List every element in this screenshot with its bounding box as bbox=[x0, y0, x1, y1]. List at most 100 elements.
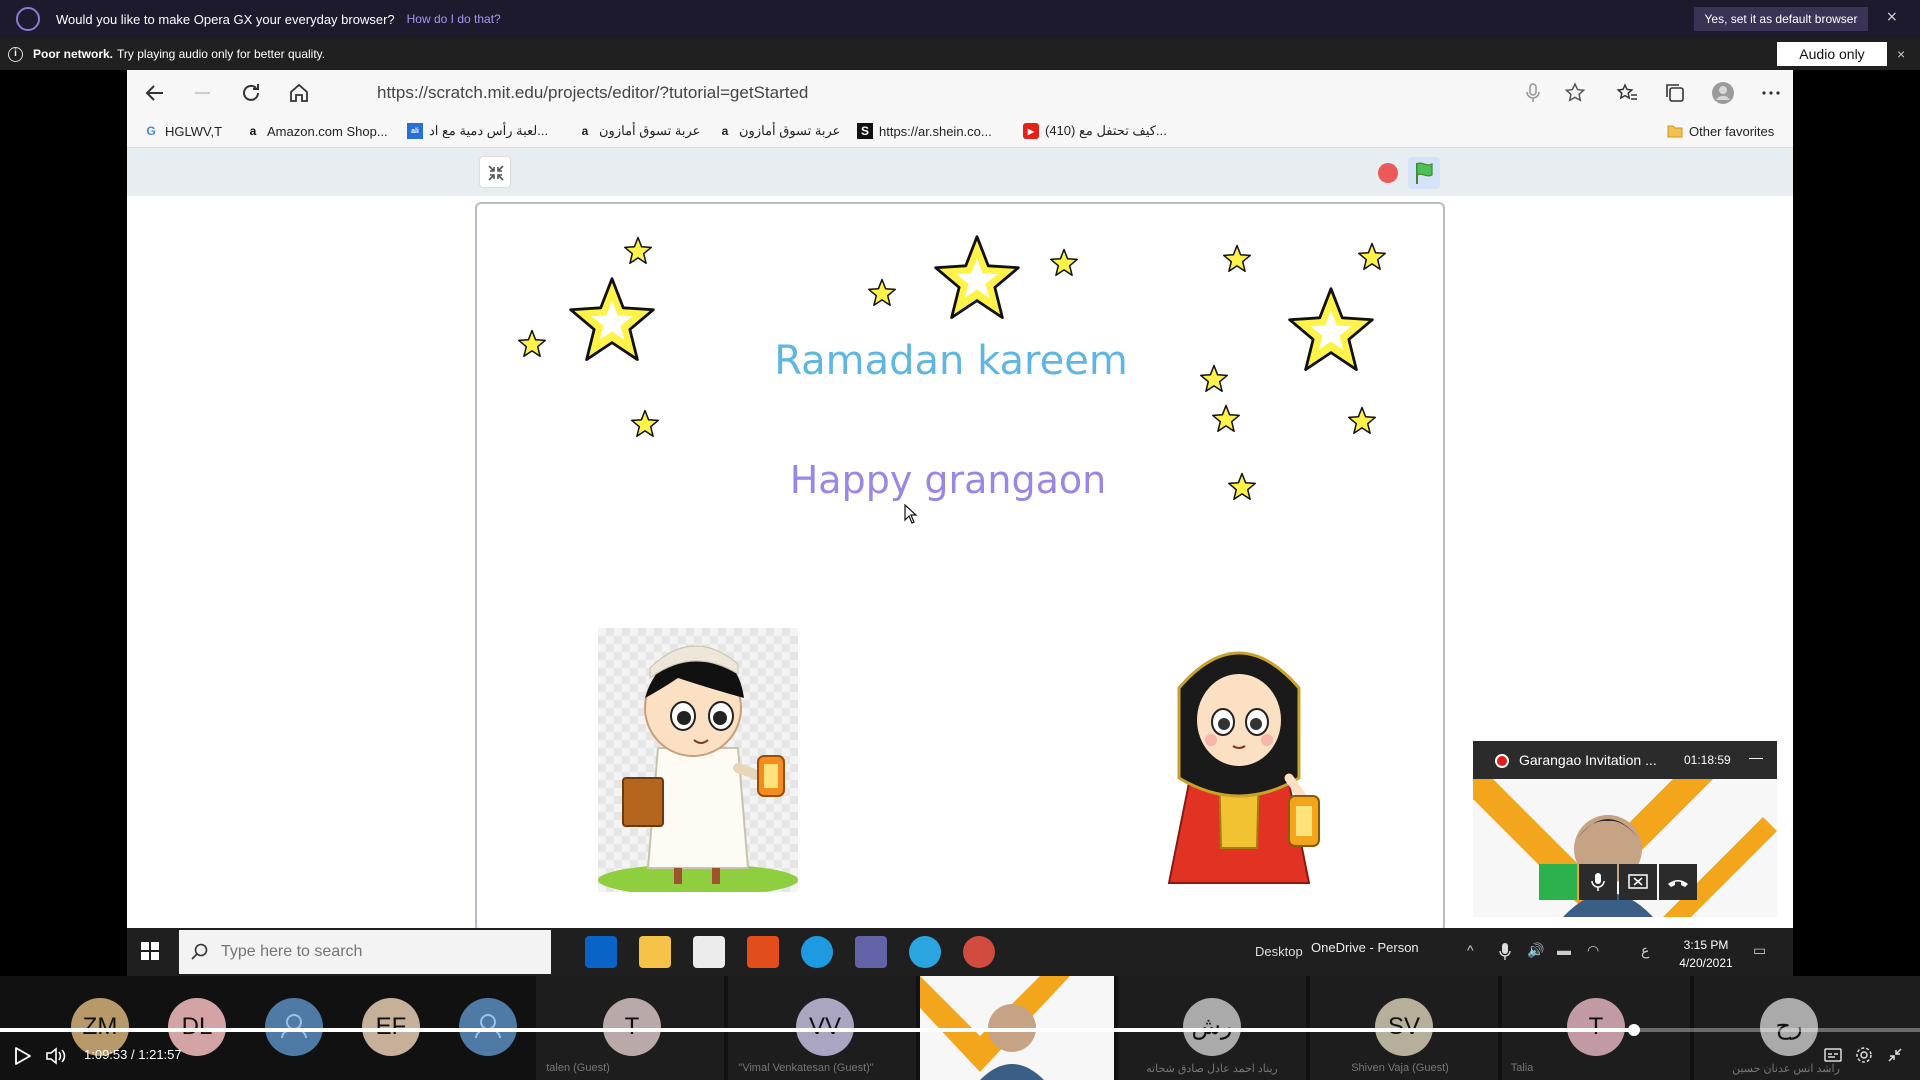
girl-with-lantern-sprite[interactable] bbox=[1139, 628, 1349, 898]
opera-prompt-message: Would you like to make Opera GX your eve… bbox=[56, 11, 395, 27]
participant-avatar[interactable]: VV bbox=[796, 998, 854, 1056]
meeting-mini-window[interactable]: Garangao Invitation ... 01:18:59 — bbox=[1473, 741, 1777, 917]
participant-avatar[interactable]: EF bbox=[362, 998, 420, 1056]
small-star-icon bbox=[1212, 404, 1240, 433]
time-separator: / bbox=[131, 1047, 135, 1062]
favorite-item[interactable]: a Amazon.com Shop... bbox=[245, 123, 388, 139]
info-icon: i bbox=[8, 46, 23, 62]
settings-gear-icon[interactable] bbox=[1855, 1046, 1873, 1064]
set-default-browser-button[interactable]: Yes, set it as default browser bbox=[1694, 7, 1868, 31]
small-star-icon bbox=[624, 236, 652, 265]
taskbar-search-input[interactable] bbox=[179, 930, 551, 974]
favorite-item[interactable]: a عربة تسوق أمازون bbox=[577, 123, 701, 139]
camera-toggle-button[interactable] bbox=[1539, 864, 1577, 900]
small-star-icon bbox=[1348, 406, 1376, 435]
microphone-icon[interactable] bbox=[1521, 81, 1545, 105]
desktop-toolbar-label[interactable]: Desktop bbox=[1255, 944, 1303, 959]
hang-up-button[interactable] bbox=[1659, 864, 1697, 900]
minimize-icon[interactable]: — bbox=[1749, 749, 1763, 765]
home-icon[interactable] bbox=[287, 81, 311, 105]
chevron-up-icon[interactable]: ^ bbox=[1467, 942, 1474, 958]
playback-progress-fill bbox=[0, 1028, 1634, 1032]
back-arrow-icon[interactable] bbox=[143, 81, 167, 105]
windows-start-icon[interactable] bbox=[141, 942, 159, 960]
mic-toggle-button[interactable] bbox=[1579, 864, 1617, 900]
teams-app-icon[interactable] bbox=[855, 936, 887, 968]
collections-icon[interactable] bbox=[1663, 81, 1687, 105]
file-explorer-icon[interactable] bbox=[639, 936, 671, 968]
meeting-timer: 01:18:59 bbox=[1684, 753, 1731, 767]
playback-scrubber-handle[interactable] bbox=[1627, 1024, 1640, 1036]
participant-name: ريناد احمد عادل صادق شحاته bbox=[1146, 1063, 1278, 1075]
volume-tray-icon[interactable]: 🔊 bbox=[1527, 942, 1544, 959]
microsoft-store-icon[interactable] bbox=[693, 936, 725, 968]
person-placeholder-icon bbox=[475, 1014, 501, 1039]
play-icon[interactable] bbox=[14, 1046, 32, 1066]
other-favorites[interactable]: Other favorites bbox=[1667, 123, 1774, 139]
current-time: 1:09:53 bbox=[84, 1047, 128, 1062]
scratch-stage-toolbar bbox=[127, 148, 1793, 196]
office-app-icon[interactable] bbox=[747, 936, 779, 968]
participant-name: راشد انس عدنان حسين bbox=[1732, 1063, 1840, 1075]
participant-avatar[interactable]: T bbox=[1567, 998, 1625, 1056]
forward-arrow-icon[interactable] bbox=[191, 81, 215, 105]
favorite-item[interactable]: ▶ (410) كيف تحتفل مع... bbox=[1023, 123, 1167, 139]
battery-tray-icon[interactable]: ▬ bbox=[1557, 942, 1571, 958]
person-placeholder-icon bbox=[281, 1014, 307, 1039]
participant-avatar[interactable]: T bbox=[603, 998, 661, 1056]
shein-icon: S bbox=[857, 123, 873, 139]
edge-browser-icon[interactable] bbox=[801, 936, 833, 968]
wifi-tray-icon[interactable]: ◠ bbox=[1587, 942, 1599, 959]
stage-subtitle: Happy grangaon bbox=[789, 458, 1107, 502]
profile-avatar-icon[interactable] bbox=[1711, 81, 1735, 105]
participant-avatar[interactable]: رش bbox=[1183, 998, 1241, 1056]
more-menu-icon[interactable] bbox=[1759, 81, 1783, 105]
onedrive-label[interactable]: OneDrive - Person bbox=[1311, 940, 1419, 955]
playback-time: 1:09:53 / 1:21:57 bbox=[84, 1047, 182, 1062]
folder-icon bbox=[1667, 123, 1683, 139]
address-bar-input[interactable] bbox=[347, 76, 1585, 110]
green-flag-button[interactable] bbox=[1408, 157, 1440, 189]
favorite-item[interactable]: S https://ar.shein.co... bbox=[857, 123, 992, 139]
network-warning-text: Try playing audio only for better qualit… bbox=[117, 47, 326, 61]
favorites-icon[interactable] bbox=[1615, 81, 1639, 105]
volume-icon[interactable] bbox=[45, 1046, 67, 1066]
exit-fullscreen-icon[interactable] bbox=[1886, 1046, 1904, 1064]
paint-app-icon[interactable] bbox=[963, 936, 995, 968]
google-icon: G bbox=[146, 124, 156, 138]
participant-avatar[interactable]: رح bbox=[1760, 998, 1818, 1056]
share-screen-button[interactable] bbox=[1619, 864, 1657, 900]
captions-icon[interactable] bbox=[1824, 1046, 1842, 1064]
telegram-app-icon[interactable] bbox=[909, 936, 941, 968]
add-favorite-icon[interactable] bbox=[1563, 81, 1587, 105]
close-opera-prompt-icon[interactable]: × bbox=[1886, 9, 1898, 25]
refresh-icon[interactable] bbox=[239, 81, 263, 105]
amazon-icon: a bbox=[249, 124, 257, 138]
amazon-icon: a bbox=[581, 124, 589, 138]
mail-app-icon[interactable] bbox=[585, 936, 617, 968]
close-network-banner-icon[interactable]: × bbox=[1897, 46, 1905, 62]
small-star-icon bbox=[1050, 248, 1078, 277]
favorite-item[interactable]: a عربة تسوق أمازون bbox=[717, 123, 841, 139]
microphone-tray-icon[interactable] bbox=[1499, 942, 1511, 960]
language-indicator[interactable]: ع bbox=[1641, 942, 1649, 959]
participant-avatar[interactable] bbox=[459, 998, 517, 1056]
mini-window-header: Garangao Invitation ... 01:18:59 — bbox=[1473, 741, 1777, 779]
how-do-i-link[interactable]: How do I do that? bbox=[407, 12, 501, 26]
search-icon bbox=[191, 943, 208, 960]
participant-avatar[interactable] bbox=[265, 998, 323, 1056]
youtube-icon: ▶ bbox=[1023, 123, 1039, 139]
opera-logo-icon bbox=[16, 7, 40, 31]
participant-avatar[interactable]: SV bbox=[1375, 998, 1433, 1056]
favorite-item[interactable]: ali لعبة رأس دمية مع اد... bbox=[407, 123, 548, 139]
taskbar-clock[interactable]: 3:15 PM 4/20/2021 bbox=[1671, 936, 1741, 972]
boy-with-lantern-sprite[interactable] bbox=[598, 628, 798, 892]
favorite-item[interactable]: G HGLWV,T bbox=[143, 123, 222, 139]
opera-default-prompt: Would you like to make Opera GX your eve… bbox=[0, 0, 1920, 38]
audio-only-button[interactable]: Audio only bbox=[1777, 42, 1887, 66]
scratch-stage[interactable]: Ramadan kareem Happy grangaon bbox=[475, 202, 1445, 928]
notifications-icon[interactable]: ▭ bbox=[1753, 942, 1766, 959]
exit-fullscreen-button[interactable] bbox=[479, 156, 511, 188]
clock-date: 4/20/2021 bbox=[1679, 956, 1733, 970]
stop-button[interactable] bbox=[1378, 163, 1398, 183]
